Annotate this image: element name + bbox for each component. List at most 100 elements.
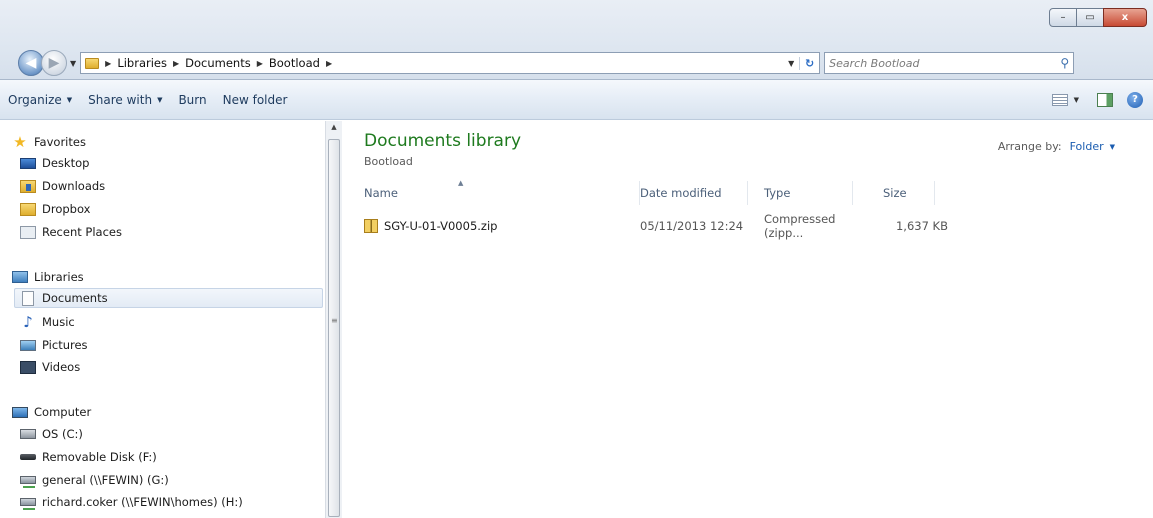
window-controls: – ▭ x: [1049, 8, 1147, 27]
nav-item-label: richard.coker (\\FEWIN\homes) (H:): [42, 495, 243, 509]
refresh-icon[interactable]: ↻: [799, 56, 819, 70]
column-header-row: ▲ Name Date modified Type Size: [364, 179, 984, 205]
burn-button[interactable]: Burn: [178, 93, 206, 107]
address-bar[interactable]: ▶ Libraries ▶ Documents ▶ Bootload ▶ ▼ ↻: [80, 52, 821, 74]
network-drive-icon: [20, 498, 36, 510]
toolbar-right: ▼ ?: [1051, 91, 1143, 108]
network-drive-icon: [20, 476, 36, 488]
nav-computer-label: Computer: [34, 405, 92, 419]
downloads-icon: [20, 179, 36, 193]
column-header-label: Date modified: [640, 186, 722, 200]
desktop-icon: [20, 157, 36, 169]
file-size: 1,637 KB: [895, 219, 948, 233]
nav-item-label: Dropbox: [42, 202, 91, 216]
nav-item-home-drive[interactable]: richard.coker (\\FEWIN\homes) (H:): [20, 492, 243, 512]
new-folder-button[interactable]: New folder: [223, 93, 288, 107]
nav-item-label: Downloads: [42, 179, 106, 193]
command-toolbar: Organize ▼ Share with ▼ Burn New folder …: [0, 80, 1153, 120]
music-icon: ♪: [23, 313, 33, 331]
column-header-label: Type: [764, 186, 791, 200]
recent-places-icon: [20, 225, 36, 239]
breadcrumb-separator-icon[interactable]: ▶: [326, 59, 332, 68]
share-with-label: Share with: [88, 92, 153, 107]
library-subtitle: Bootload: [364, 155, 413, 168]
breadcrumb-separator-icon[interactable]: ▶: [173, 59, 179, 68]
column-header-size[interactable]: Size: [853, 181, 935, 205]
nav-item-label: Recent Places: [42, 225, 122, 239]
folder-icon: [85, 57, 100, 69]
breadcrumb-separator-icon[interactable]: ▶: [105, 59, 111, 68]
organize-button[interactable]: Organize ▼: [8, 93, 72, 107]
breadcrumb-separator-icon[interactable]: ▶: [257, 59, 263, 68]
computer-icon: [12, 406, 28, 418]
scrollbar-thumb[interactable]: [328, 139, 340, 517]
change-view-icon[interactable]: [1051, 93, 1068, 106]
nav-item-os-drive[interactable]: OS (C:): [20, 424, 83, 444]
navigation-scrollbar[interactable]: ▲ ≡: [325, 121, 342, 518]
nav-item-label: Desktop: [42, 156, 90, 170]
videos-icon: [20, 360, 36, 374]
nav-computer[interactable]: Computer: [12, 402, 91, 422]
document-icon: [22, 290, 34, 306]
scroll-up-icon[interactable]: ▲: [326, 123, 342, 131]
nav-item-label: Music: [42, 315, 75, 329]
organize-label: Organize: [8, 92, 62, 107]
breadcrumb-documents[interactable]: Documents: [185, 56, 251, 70]
arrange-by: Arrange by: Folder ▼: [998, 140, 1115, 153]
nav-favorites-label: Favorites: [34, 135, 86, 149]
help-icon[interactable]: ?: [1127, 91, 1143, 108]
search-icon[interactable]: ⚲: [1060, 56, 1069, 70]
arrange-by-value[interactable]: Folder: [1070, 140, 1104, 153]
nav-item-recent-places[interactable]: Recent Places: [20, 222, 122, 242]
star-icon: ★: [13, 133, 27, 151]
nav-item-label: Documents: [42, 291, 108, 305]
preview-pane-icon[interactable]: [1097, 92, 1113, 107]
nav-libraries[interactable]: Libraries: [12, 267, 84, 287]
address-dropdown-icon[interactable]: ▼: [783, 59, 799, 68]
nav-favorites[interactable]: ★ Favorites: [12, 132, 86, 152]
file-row[interactable]: SGY-U-01-V0005.zip 05/11/2013 12:24 Comp…: [364, 212, 948, 240]
nav-item-music[interactable]: ♪ Music: [20, 312, 75, 332]
removable-disk-icon: [20, 454, 36, 460]
column-header-type[interactable]: Type: [748, 181, 853, 205]
nav-item-pictures[interactable]: Pictures: [20, 335, 88, 355]
arrange-by-label: Arrange by:: [997, 140, 1062, 153]
nav-item-videos[interactable]: Videos: [20, 357, 80, 377]
breadcrumb-libraries[interactable]: Libraries: [117, 56, 167, 70]
nav-item-label: Removable Disk (F:): [42, 450, 157, 464]
breadcrumb-bootload[interactable]: Bootload: [269, 56, 320, 70]
address-tools: ▼ ↻: [783, 52, 819, 74]
nav-item-downloads[interactable]: Downloads: [20, 176, 105, 196]
nav-item-general-drive[interactable]: general (\\FEWIN) (G:): [20, 470, 169, 490]
close-button[interactable]: x: [1103, 8, 1147, 27]
search-input[interactable]: Search Bootload: [829, 57, 1060, 70]
minimize-button[interactable]: –: [1049, 8, 1077, 27]
search-box[interactable]: Search Bootload ⚲: [824, 52, 1075, 74]
share-with-button[interactable]: Share with ▼: [88, 93, 162, 107]
column-header-date[interactable]: Date modified: [640, 181, 748, 205]
column-header-name[interactable]: ▲ Name: [364, 179, 640, 205]
file-name: SGY-U-01-V0005.zip: [384, 219, 498, 233]
maximize-button[interactable]: ▭: [1076, 8, 1104, 27]
new-folder-label: New folder: [222, 92, 288, 107]
pictures-icon: [20, 339, 36, 351]
chevron-down-icon[interactable]: ▼: [1110, 143, 1115, 151]
nav-item-documents[interactable]: Documents: [14, 288, 323, 308]
folder-icon: [20, 202, 36, 216]
forward-button[interactable]: ▶: [41, 50, 67, 76]
recent-pages-dropdown[interactable]: ▼: [70, 59, 76, 68]
window-titlebar: – ▭ x ◀ ▶ ▼ ▶ Libraries ▶ Documents ▶ Bo…: [0, 0, 1153, 80]
nav-item-dropbox[interactable]: Dropbox: [20, 199, 90, 219]
nav-item-label: Pictures: [42, 338, 88, 352]
sort-ascending-icon: ▲: [458, 179, 464, 187]
nav-libraries-label: Libraries: [34, 270, 84, 284]
navigation-row: ◀ ▶ ▼ ▶ Libraries ▶ Documents ▶ Bootload…: [18, 50, 1149, 76]
nav-item-desktop[interactable]: Desktop: [20, 153, 89, 173]
zip-file-icon: [364, 219, 378, 233]
file-list-pane: Documents library Bootload Arrange by: F…: [342, 121, 1153, 518]
nav-item-removable-disk[interactable]: Removable Disk (F:): [20, 447, 157, 467]
chevron-down-icon: ▼: [66, 95, 73, 104]
view-options-dropdown-icon[interactable]: ▼: [1074, 96, 1079, 104]
nav-item-label: OS (C:): [42, 427, 83, 441]
nav-item-label: Videos: [42, 360, 81, 374]
